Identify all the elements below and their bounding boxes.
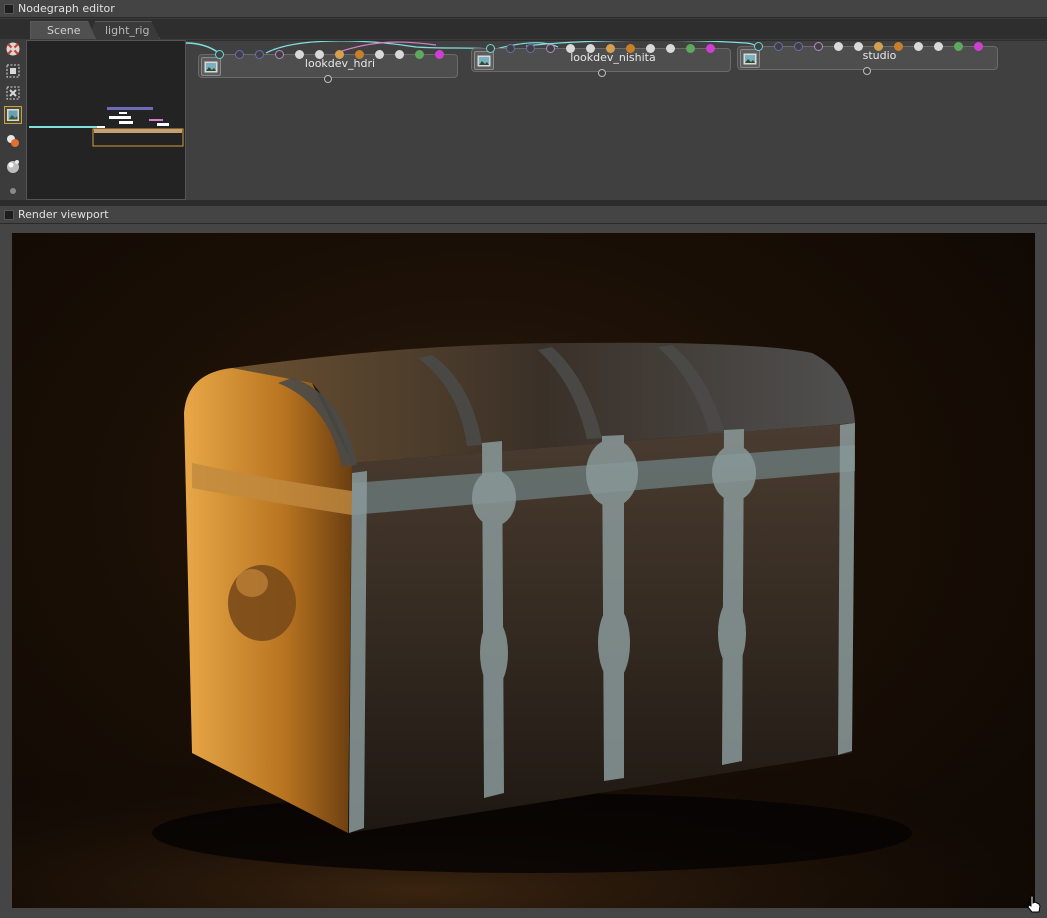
render-viewport-header: Render viewport (0, 206, 1047, 224)
nodegraph-toolbar (0, 40, 26, 200)
input-port[interactable] (794, 42, 803, 51)
input-port[interactable] (415, 50, 424, 59)
input-port[interactable] (486, 44, 495, 53)
node-snap-icon[interactable] (4, 40, 22, 58)
input-port[interactable] (974, 42, 983, 51)
nodegraph-panel-header: Nodegraph editor (0, 0, 1047, 18)
shader-ball-icon[interactable] (4, 158, 22, 176)
input-port[interactable] (646, 44, 655, 53)
input-port[interactable] (395, 50, 404, 59)
input-port[interactable] (215, 50, 224, 59)
render-viewport-title: Render viewport (18, 208, 109, 221)
nodegraph-panel-title: Nodegraph editor (18, 2, 115, 15)
nodegraph-canvas[interactable]: lookdev_hdri lookdev_nishita studio (186, 40, 1047, 200)
input-port[interactable] (706, 44, 715, 53)
image-node-icon (474, 51, 494, 70)
render-viewport[interactable] (0, 224, 1047, 918)
image-node-icon (740, 49, 760, 68)
input-port[interactable] (295, 50, 304, 59)
node-lookdev-hdri[interactable]: lookdev_hdri (198, 50, 458, 83)
material-icon[interactable] (4, 132, 22, 150)
graph-tab-bar: light_rig Scene (0, 19, 1047, 39)
input-port[interactable] (814, 42, 823, 51)
input-port[interactable] (954, 42, 963, 51)
input-port[interactable] (335, 50, 344, 59)
output-port[interactable] (863, 67, 871, 75)
render-view-icon[interactable] (4, 106, 22, 124)
input-port[interactable] (606, 44, 615, 53)
input-port[interactable] (275, 50, 284, 59)
input-port[interactable] (526, 44, 535, 53)
input-port[interactable] (375, 50, 384, 59)
input-port[interactable] (774, 42, 783, 51)
input-port[interactable] (894, 42, 903, 51)
input-port[interactable] (566, 44, 575, 53)
render-image[interactable] (12, 233, 1035, 908)
output-port[interactable] (598, 69, 606, 77)
tab-scene[interactable]: Scene (30, 21, 96, 39)
input-port[interactable] (626, 44, 635, 53)
input-port[interactable] (355, 50, 364, 59)
input-port[interactable] (834, 42, 843, 51)
frame-all-icon[interactable] (4, 62, 22, 80)
input-port[interactable] (686, 44, 695, 53)
input-port[interactable] (255, 50, 264, 59)
input-port[interactable] (754, 42, 763, 51)
panel-toggle-icon[interactable] (4, 209, 14, 220)
input-port[interactable] (914, 42, 923, 51)
hand-cursor-icon (1027, 895, 1041, 913)
node-lookdev-nishita[interactable]: lookdev_nishita (471, 44, 731, 77)
output-port[interactable] (324, 75, 332, 83)
input-port[interactable] (435, 50, 444, 59)
graph-minimap[interactable] (26, 40, 186, 200)
input-port[interactable] (506, 44, 515, 53)
tab-light-rig[interactable]: light_rig (88, 21, 160, 39)
small-dot-icon[interactable] (4, 182, 22, 200)
input-port[interactable] (934, 42, 943, 51)
panel-toggle-icon[interactable] (4, 3, 14, 14)
input-port[interactable] (874, 42, 883, 51)
input-port[interactable] (235, 50, 244, 59)
input-port[interactable] (854, 42, 863, 51)
input-port[interactable] (666, 44, 675, 53)
image-node-icon (201, 57, 221, 76)
input-port[interactable] (546, 44, 555, 53)
input-port[interactable] (586, 44, 595, 53)
node-studio[interactable]: studio (737, 42, 998, 75)
input-port[interactable] (315, 50, 324, 59)
frame-selected-icon[interactable] (4, 84, 22, 102)
